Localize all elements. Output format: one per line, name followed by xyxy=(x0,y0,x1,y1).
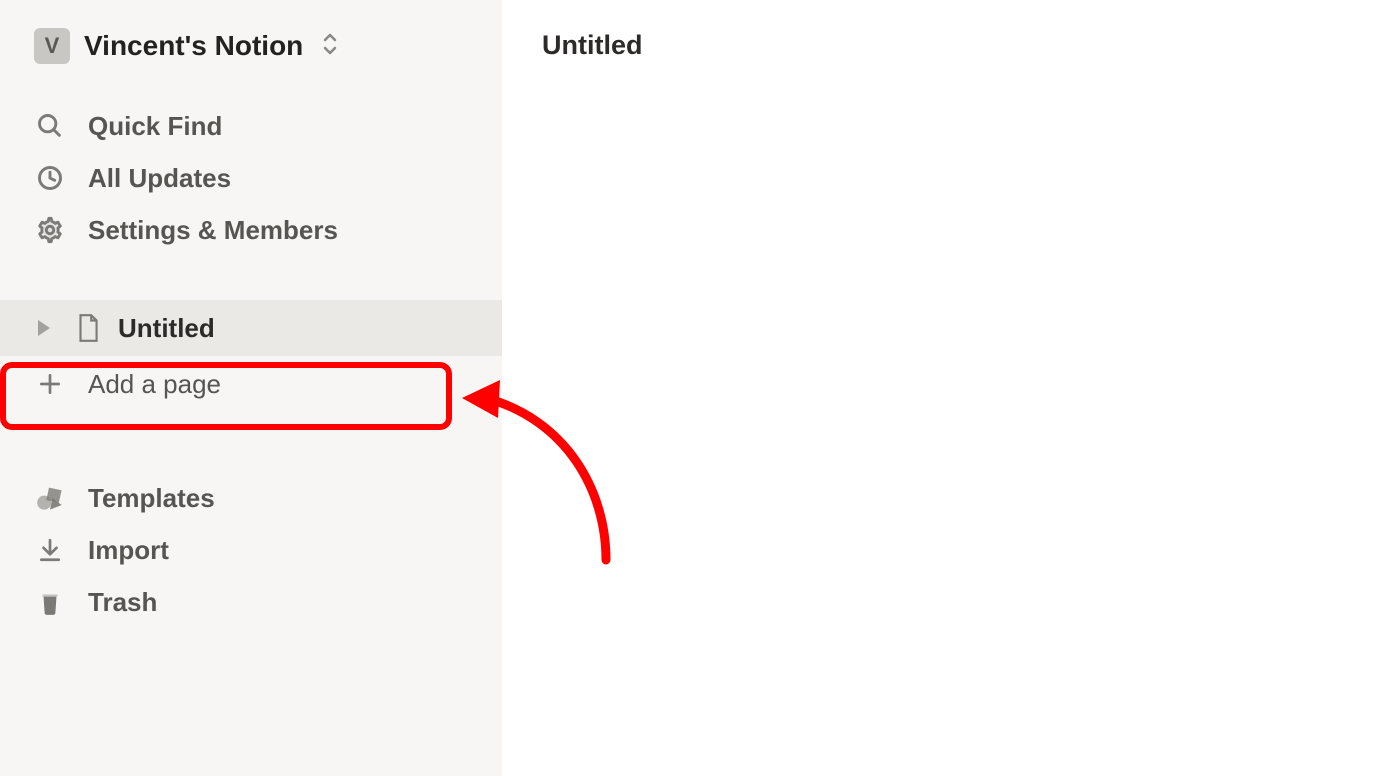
templates-icon xyxy=(34,482,66,514)
trash-nav[interactable]: Trash xyxy=(0,576,502,628)
gear-icon xyxy=(34,214,66,246)
plus-icon xyxy=(34,368,66,400)
trash-nav-label: Trash xyxy=(88,587,157,618)
templates-nav[interactable]: Templates xyxy=(0,472,502,524)
sidebar-page-label: Untitled xyxy=(118,313,215,344)
disclosure-triangle-icon[interactable] xyxy=(38,320,50,336)
clock-icon xyxy=(34,162,66,194)
all-updates[interactable]: All Updates xyxy=(0,152,502,204)
workspace-name: Vincent's Notion xyxy=(84,30,303,62)
sidebar: V Vincent's Notion Quick Find All Update… xyxy=(0,0,502,776)
workspace-switcher[interactable]: V Vincent's Notion xyxy=(0,0,502,82)
download-icon xyxy=(34,534,66,566)
page-icon xyxy=(72,312,104,344)
trash-icon xyxy=(34,586,66,618)
settings-members-label: Settings & Members xyxy=(88,215,338,246)
main-content: Untitled Untitled Press Enter to continu… xyxy=(502,0,1380,776)
breadcrumb[interactable]: Untitled xyxy=(502,0,1380,61)
add-page[interactable]: Add a page xyxy=(0,356,502,412)
chevron-sort-icon xyxy=(321,33,339,60)
quick-find-label: Quick Find xyxy=(88,111,222,142)
import-nav[interactable]: Import xyxy=(0,524,502,576)
templates-nav-label: Templates xyxy=(88,483,215,514)
settings-members[interactable]: Settings & Members xyxy=(0,204,502,256)
workspace-badge: V xyxy=(34,28,70,64)
quick-find[interactable]: Quick Find xyxy=(0,100,502,152)
all-updates-label: All Updates xyxy=(88,163,231,194)
search-icon xyxy=(34,110,66,142)
sidebar-page-untitled[interactable]: Untitled xyxy=(0,300,502,356)
add-page-label: Add a page xyxy=(88,369,221,400)
import-nav-label: Import xyxy=(88,535,169,566)
